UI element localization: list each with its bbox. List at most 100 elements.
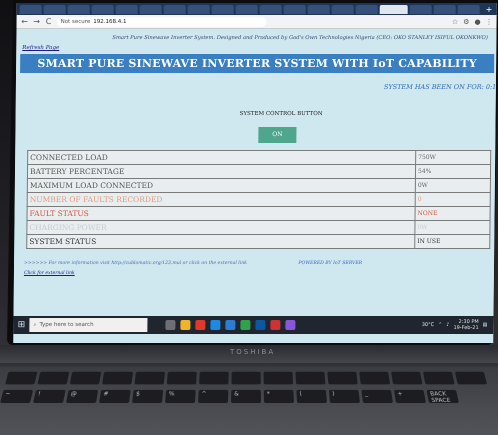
profile-icon[interactable]: ● — [474, 18, 480, 26]
keyboard-key — [264, 372, 294, 385]
url-text: 192.168.4.1 — [93, 17, 126, 27]
volume-icon[interactable]: ♪ — [446, 322, 449, 328]
browser-tab[interactable] — [212, 5, 234, 14]
browser-tab[interactable] — [68, 5, 90, 14]
status-value: IN USE — [415, 235, 490, 249]
footer-note: >>>>>> For more information visit http:/… — [24, 261, 362, 266]
number-key-row: ~! @ # $% ^ & *() _ + BACK SPACE — [0, 390, 459, 403]
keyboard-key: ! — [33, 390, 66, 403]
browser-tab[interactable] — [92, 5, 114, 14]
keyboard-key: ( — [296, 390, 327, 403]
keyboard-key — [167, 372, 197, 385]
store-icon[interactable] — [255, 320, 265, 330]
inverter-dashboard-page: Smart Pure Sinewave Inverter System. Des… — [13, 29, 496, 327]
word-icon[interactable] — [225, 320, 235, 330]
browser-tab[interactable] — [434, 5, 456, 14]
status-value: NONE — [415, 207, 490, 221]
url-input[interactable]: Not secure 192.168.4.1 — [57, 17, 267, 27]
menu-icon[interactable]: ⋮ — [486, 18, 493, 26]
browser-tab[interactable] — [410, 5, 432, 14]
opera-icon[interactable] — [195, 320, 205, 330]
chrome-icon[interactable] — [210, 320, 220, 330]
browser-tab[interactable] — [44, 5, 66, 14]
status-label: SYSTEM STATUS — [27, 235, 415, 249]
network-icon[interactable]: ⌃ — [438, 322, 442, 328]
status-label: NUMBER OF FAULTS RECORDED — [27, 193, 415, 207]
status-value: 0W — [415, 221, 490, 235]
app-icon[interactable] — [240, 320, 250, 330]
taskbar-search-input[interactable]: ⌕ Type here to search — [29, 318, 147, 332]
browser-tab[interactable] — [308, 5, 330, 14]
browser-tab[interactable] — [140, 5, 162, 14]
browser-tab[interactable] — [356, 5, 378, 14]
browser-tab[interactable] — [236, 5, 258, 14]
browser-tab[interactable] — [260, 5, 282, 14]
keyboard-key: & — [231, 390, 261, 403]
system-tray: 30°C ⌃ ♪ 2:30 PM 19-Feb-21 ▤ — [422, 319, 494, 331]
keyboard-key — [359, 372, 390, 385]
keyboard-key — [391, 372, 422, 385]
task-view-icon[interactable] — [165, 320, 175, 330]
status-label: CONNECTED LOAD — [28, 151, 416, 165]
new-tab-button[interactable]: + — [486, 5, 493, 14]
status-value: 750W — [416, 151, 491, 165]
browser-tab[interactable] — [380, 5, 408, 14]
keyboard-key: ) — [329, 390, 360, 403]
keyboard-key — [327, 372, 357, 385]
browser-actions: ☆ ⚙ ● ⋮ — [452, 18, 493, 26]
browser-tab[interactable] — [332, 5, 354, 14]
keyboard-key: _ — [361, 390, 393, 403]
keyboard-key: $ — [132, 390, 163, 403]
laptop-screen: + ← → C Not secure 192.168.4.1 ☆ ⚙ ● ⋮ S… — [13, 3, 497, 343]
browser-tab[interactable] — [116, 5, 138, 14]
browser-tab[interactable] — [458, 5, 480, 14]
not-secure-label: Not secure — [61, 17, 91, 27]
system-control-label: SYSTEM CONTROL BUTTON — [240, 111, 323, 117]
forward-icon[interactable]: → — [33, 17, 41, 26]
keyboard-key: ~ — [0, 390, 33, 403]
keyboard-key — [5, 372, 37, 385]
browser-tab[interactable] — [164, 5, 186, 14]
keyboard-key — [199, 372, 229, 385]
windows-start-icon[interactable]: ⊞ — [13, 320, 29, 330]
status-value: 0W — [415, 179, 490, 193]
system-on-button[interactable]: ON — [258, 127, 296, 143]
keyboard-key: BACK SPACE — [426, 390, 459, 403]
keyboard-key — [295, 372, 325, 385]
table-row: FAULT STATUS NONE — [27, 207, 490, 221]
table-row: SYSTEM STATUS IN USE — [27, 235, 490, 249]
function-key-row — [5, 372, 487, 385]
keyboard-key — [455, 372, 487, 385]
back-icon[interactable]: ← — [21, 17, 29, 26]
extensions-icon[interactable]: ⚙ — [463, 18, 469, 26]
browser-tab[interactable] — [284, 5, 306, 14]
refresh-page-link[interactable]: Refresh Page — [22, 45, 59, 51]
keyboard-key — [134, 372, 165, 385]
keyboard-key: + — [394, 390, 426, 403]
keyboard-key — [231, 372, 260, 385]
table-row: NUMBER OF FAULTS RECORDED 0 — [27, 193, 490, 207]
powered-by-text: POWERED BY IoT SERVER — [298, 261, 362, 266]
status-value: 54% — [415, 165, 490, 179]
table-row: MAXIMUM LOAD CONNECTED 0W — [27, 179, 490, 193]
status-label: BATTERY PERCENTAGE — [27, 165, 415, 179]
status-label: CHARGING POWER — [27, 221, 415, 235]
weather-text[interactable]: 30°C — [422, 322, 434, 328]
file-explorer-icon[interactable] — [180, 320, 190, 330]
page-title-banner: SMART PURE SINEWAVE INVERTER SYSTEM WITH… — [20, 54, 494, 73]
vscode-icon[interactable] — [285, 320, 295, 330]
windows-taskbar: ⊞ ⌕ Type here to search 30°C ⌃ ♪ 2:30 PM… — [13, 316, 493, 334]
browser-tab[interactable] — [188, 5, 210, 14]
keyboard-key: # — [99, 390, 131, 403]
external-link[interactable]: Click for external link — [24, 271, 75, 276]
keyboard-key — [102, 372, 133, 385]
pdf-icon[interactable] — [270, 320, 280, 330]
footer-info-text: >>>>>> For more information visit http:/… — [24, 261, 247, 266]
reload-icon[interactable]: C — [45, 17, 53, 26]
browser-tab[interactable] — [20, 5, 42, 14]
keyboard-key — [423, 372, 455, 385]
notification-icon[interactable]: ▤ — [483, 322, 488, 328]
photo-background: + ← → C Not secure 192.168.4.1 ☆ ⚙ ● ⋮ S… — [0, 0, 498, 435]
star-icon[interactable]: ☆ — [452, 18, 458, 26]
clock[interactable]: 2:30 PM 19-Feb-21 — [453, 319, 478, 331]
